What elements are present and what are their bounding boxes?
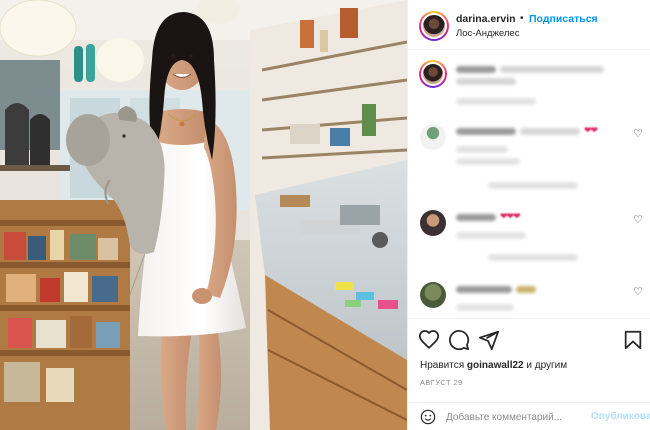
comment-reply-blurred <box>456 158 520 165</box>
caption-avatar[interactable] <box>419 60 447 88</box>
likes-suffix[interactable]: и другим <box>526 360 567 371</box>
post-location[interactable]: Лос-Анджелес <box>456 28 519 39</box>
publish-button[interactable]: Опубликовать <box>591 411 650 422</box>
likes-prefix: Нравится <box>420 360 465 371</box>
comment-like-heart-icon[interactable]: ♡ <box>632 214 644 226</box>
follow-button[interactable]: Подписаться <box>529 13 598 25</box>
author-username[interactable]: darina.ervin <box>456 13 516 25</box>
likes-summary: Нравится goinawall22 и другим <box>420 360 567 371</box>
commenter-avatar[interactable] <box>420 124 446 150</box>
commenter-username-blurred <box>456 128 516 135</box>
author-avatar-image <box>421 13 447 39</box>
comment-meta-blurred <box>456 304 514 311</box>
add-comment-bar: Опубликовать <box>408 402 650 430</box>
post-photo[interactable] <box>0 0 407 430</box>
commenter-avatar[interactable] <box>420 210 446 236</box>
comment-like-heart-icon[interactable]: ♡ <box>632 286 644 298</box>
caption-username-blurred <box>456 66 496 73</box>
post-actions <box>408 318 650 358</box>
author-avatar[interactable] <box>419 11 449 41</box>
caption-text-line2-blurred <box>456 78 516 85</box>
post-side-panel: darina.ervin • Подписаться Лос-Анджелес … <box>407 0 650 430</box>
likes-user-link[interactable]: goinawall22 <box>467 360 524 371</box>
heart-emojis: ❤❤ <box>584 125 598 135</box>
caption-text-blurred <box>500 66 604 73</box>
comment-meta-blurred <box>456 232 526 239</box>
post-header: darina.ervin • Подписаться Лос-Анджелес <box>408 0 650 50</box>
bookmark-icon[interactable] <box>622 329 644 351</box>
heart-outline-icon[interactable] <box>418 329 440 351</box>
view-replies-blurred[interactable] <box>488 254 578 261</box>
heart-emojis: ❤❤❤ <box>500 211 521 221</box>
comment-input[interactable] <box>446 408 586 426</box>
comment-bubble-icon[interactable] <box>448 329 470 351</box>
comment-emoji-blurred <box>516 286 536 293</box>
paper-plane-icon[interactable] <box>478 329 500 351</box>
comment-like-heart-icon[interactable]: ♡ <box>632 128 644 140</box>
commenter-username-blurred <box>456 286 512 293</box>
comment-text-blurred <box>520 128 580 135</box>
comment-meta-blurred <box>456 146 508 153</box>
caption-meta-blurred <box>456 98 536 105</box>
emoji-smiley-icon[interactable] <box>420 409 436 425</box>
comments-list: ❤❤ ♡ ❤❤❤ ♡ ♡ <box>408 52 650 317</box>
post-date[interactable]: АВГУСТ 29 <box>420 378 463 387</box>
commenter-avatar[interactable] <box>420 282 446 308</box>
commenter-username-blurred <box>456 214 496 221</box>
view-replies-blurred[interactable] <box>488 182 578 189</box>
caption-avatar-image <box>421 62 445 86</box>
header-separator: • <box>520 13 524 24</box>
